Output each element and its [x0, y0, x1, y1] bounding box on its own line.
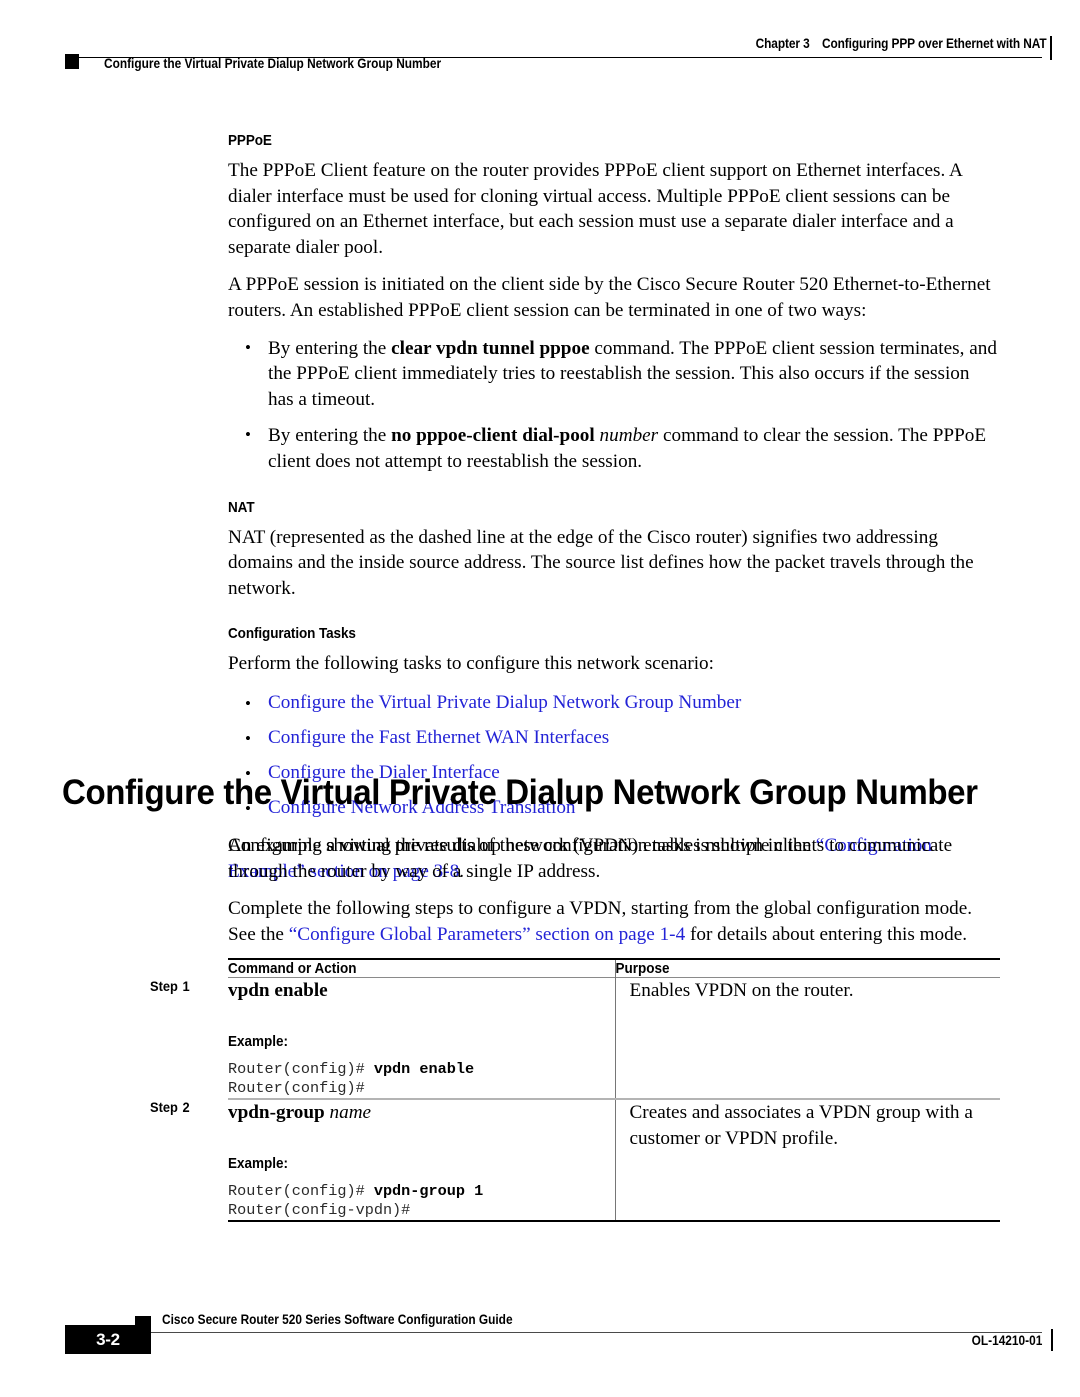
header-square-bullet-icon [65, 54, 79, 69]
steps-table: Command or Action Purpose Step 1 vpdn ena… [150, 958, 1000, 1223]
step-label-2: Step 2 [150, 1099, 222, 1221]
table-header-spacer [150, 959, 228, 978]
document-page: Chapter 3 Configuring PPP over Ethernet w… [0, 0, 1080, 1397]
step-label-1: Step 1 [150, 978, 222, 1100]
nat-paragraph-1: NAT (represented as the dashed line at t… [228, 526, 974, 599]
main-paragraph-2: Complete the following steps to configur… [228, 896, 998, 947]
table-header-row: Command or Action Purpose [150, 958, 1000, 978]
step-number: 1 [182, 977, 190, 994]
pppoe-paragraph-2: A PPPoE session is initiated on the clie… [228, 274, 991, 321]
bullet1-pre: By entering the [268, 337, 392, 359]
code-prompt: Router(config)# [228, 1182, 374, 1201]
command-text: vpdn-group [228, 1102, 325, 1124]
header-running-head: Configure the Virtual Private Dialup Net… [104, 56, 442, 71]
main-para2-post: for details about entering this mode. [685, 923, 968, 945]
step-command-cell-1: vpdn enable Example: Router(config)# vpd… [228, 977, 615, 1100]
step-number: 2 [182, 1099, 190, 1116]
link-configure-fast-ethernet-wan[interactable]: Configure the Fast Ethernet WAN Interfac… [268, 727, 609, 748]
pppoe-paragraph-1: The PPPoE Client feature on the router p… [228, 160, 962, 258]
config-tasks-intro: Perform the following tasks to configure… [228, 653, 714, 675]
step-purpose-cell-1: Enables VPDN on the router. [614, 977, 1000, 1100]
code-prompt-2: Router(config-vpdn)# [228, 1201, 411, 1220]
table-row: Step 2 vpdn-group name Example: Router(co… [150, 1098, 1000, 1223]
example-label: Example: [228, 1032, 289, 1050]
table-header-command: Command or Action [228, 958, 577, 978]
bullet1-command: clear vpdn tunnel pppoe [391, 337, 590, 359]
bullet2-pre: By entering the [268, 425, 392, 447]
step-purpose-cell-2: Creates and associates a VPDN group with… [614, 1098, 1000, 1223]
list-item[interactable]: Configure the Virtual Private Dialup Net… [228, 688, 998, 719]
footer-edge-tick [1051, 1329, 1053, 1351]
header-chapter-line: Chapter 3 Configuring PPP over Ethernet w… [130, 36, 1080, 51]
page-title: Configure the Virtual Private Dialup Net… [62, 772, 978, 812]
pppoe-termination-list: By entering the clear vpdn tunnel pppoe … [228, 335, 998, 475]
command-text: vpdn enable [228, 980, 328, 1001]
table-row: Step 1 vpdn enable Example: Router(config… [150, 977, 1000, 1100]
example-label: Example: [228, 1154, 289, 1172]
main-paragraph-1: Configuring a virtual private dialup net… [228, 835, 953, 882]
heading-configuration-tasks: Configuration Tasks [228, 625, 356, 643]
footer-guide-title: Cisco Secure Router 520 Series Software … [162, 1312, 513, 1327]
step-word: Step [150, 977, 178, 994]
step-command-cell-2: vpdn-group name Example: Router(config)#… [228, 1098, 615, 1223]
command-line: vpdn enable [228, 978, 615, 1004]
footer-rule [135, 1332, 1042, 1333]
header-edge-tick [1050, 36, 1052, 60]
link-configure-vpdn-group-number[interactable]: Configure the Virtual Private Dialup Net… [268, 692, 741, 713]
heading-pppoe: PPPoE [228, 132, 272, 149]
header-chapter-number: Chapter 3 [755, 36, 810, 51]
heading-nat: NAT [228, 498, 255, 516]
code-block: Router(config)# vpdn enable Router(confi… [228, 1060, 615, 1098]
list-item: By entering the no pppoe-client dial-poo… [228, 422, 998, 474]
code-prompt-2: Router(config)# [228, 1079, 365, 1098]
table-header-purpose: Purpose [614, 958, 962, 978]
command-variable: name [329, 1102, 372, 1124]
link-configure-global-parameters-section[interactable]: “Configure Global Parameters” section on… [289, 924, 685, 945]
footer-doc-number: OL-14210-01 [971, 1333, 1042, 1348]
main-intro-block: Configuring a virtual private dialup net… [228, 833, 998, 959]
bullet2-variable: number [599, 425, 659, 447]
bullet2-command: no pppoe-client dial-pool [391, 425, 595, 447]
steps-table-wrapper: Command or Action Purpose Step 1 vpdn ena… [150, 958, 1000, 1223]
code-prompt: Router(config)# [228, 1060, 374, 1079]
footer-page-number: 3-2 [96, 1330, 120, 1349]
list-item[interactable]: Configure the Fast Ethernet WAN Interfac… [228, 723, 998, 754]
step-word: Step [150, 1099, 178, 1116]
code-command: vpdn enable [373, 1060, 475, 1079]
code-block: Router(config)# vpdn-group 1 Router(conf… [228, 1182, 615, 1220]
code-command: vpdn-group 1 [373, 1182, 484, 1201]
list-item: By entering the clear vpdn tunnel pppoe … [228, 335, 998, 413]
command-line: vpdn-group name [228, 1100, 615, 1126]
header-chapter-title: Configuring PPP over Ethernet with NAT [821, 36, 1047, 51]
